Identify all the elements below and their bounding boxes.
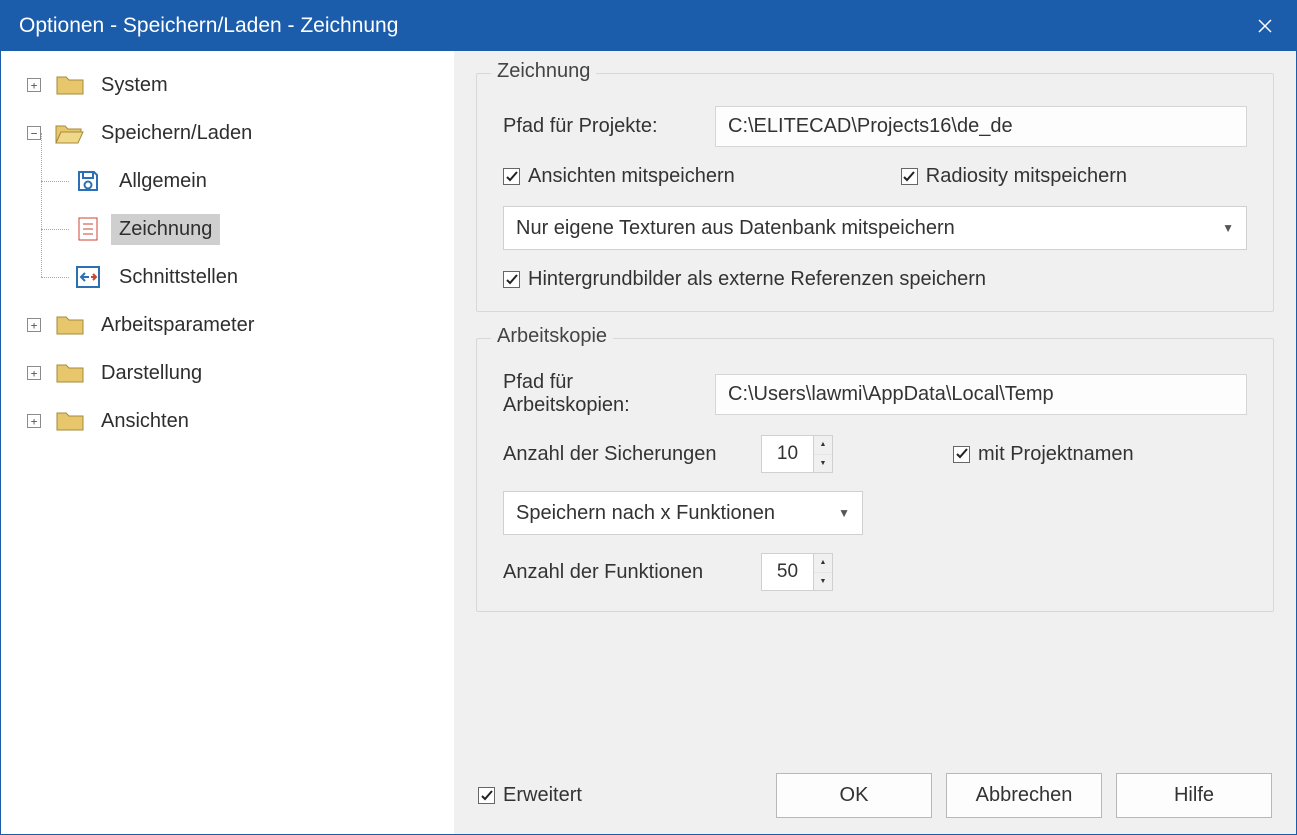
tree-item-saveload[interactable]: − Speichern/Laden [27,109,454,157]
save-mode-select[interactable]: Speichern nach x Funktionen ▼ [503,491,863,535]
dialog-footer: Erweitert OK Abbrechen Hilfe [476,767,1274,820]
content-panel: Zeichnung Pfad für Projekte: C:\ELITECAD… [454,51,1296,834]
functions-count-spinner[interactable]: 50 ▲▼ [761,553,833,591]
texture-mode-select[interactable]: Nur eigene Texturen aus Datenbank mitspe… [503,206,1247,250]
expand-icon[interactable]: + [27,366,41,380]
navigation-tree: + System − Speichern/Laden [1,51,454,834]
tree-item-general[interactable]: Allgemein [73,157,454,205]
group-workcopy: Arbeitskopie Pfad für Arbeitskopien: C:\… [476,338,1274,612]
projects-path-label: Pfad für Projekte: [503,115,679,138]
save-disk-icon [73,169,103,193]
titlebar: Optionen - Speichern/Laden - Zeichnung [1,1,1296,51]
spinner-up-icon[interactable]: ▲ [814,436,832,455]
folder-icon [55,314,85,336]
checkbox-save-views[interactable]: Ansichten mitspeichern [503,165,735,188]
group-workcopy-legend: Arbeitskopie [491,325,613,348]
checkbox-save-radiosity[interactable]: Radiosity mitspeichern [901,165,1127,188]
interfaces-icon [73,265,103,289]
workcopy-path-label: Pfad für Arbeitskopien: [503,371,679,417]
options-dialog: Optionen - Speichern/Laden - Zeichnung +… [0,0,1297,835]
cancel-button[interactable]: Abbrechen [946,773,1102,818]
folder-icon [55,362,85,384]
tree-item-system[interactable]: + System [27,61,454,109]
help-button[interactable]: Hilfe [1116,773,1272,818]
tree-item-views[interactable]: + Ansichten [27,397,454,445]
chevron-down-icon: ▼ [1222,221,1234,235]
open-folder-icon [55,122,85,144]
expand-icon[interactable]: + [27,414,41,428]
spinner-down-icon[interactable]: ▼ [814,573,832,591]
checkbox-extended[interactable]: Erweitert [478,784,582,807]
expand-icon[interactable]: + [27,78,41,92]
spinner-down-icon[interactable]: ▼ [814,455,832,473]
tree-item-workparams[interactable]: + Arbeitsparameter [27,301,454,349]
close-button[interactable] [1242,1,1288,51]
backups-count-spinner[interactable]: 10 ▲▼ [761,435,833,473]
folder-icon [55,74,85,96]
chevron-down-icon: ▼ [838,506,850,520]
collapse-icon[interactable]: − [27,126,41,140]
expand-icon[interactable]: + [27,318,41,332]
group-drawing: Zeichnung Pfad für Projekte: C:\ELITECAD… [476,73,1274,312]
checkbox-with-projectname[interactable]: mit Projektnamen [953,443,1134,466]
spinner-up-icon[interactable]: ▲ [814,554,832,573]
tree-item-interfaces[interactable]: Schnittstellen [73,253,454,301]
folder-icon [55,410,85,432]
functions-count-label: Anzahl der Funktionen [503,561,741,584]
tree-item-display[interactable]: + Darstellung [27,349,454,397]
group-drawing-legend: Zeichnung [491,60,596,83]
backups-count-label: Anzahl der Sicherungen [503,443,741,466]
document-icon [73,216,103,242]
workcopy-path-field[interactable]: C:\Users\lawmi\AppData\Local\Temp [715,374,1247,415]
ok-button[interactable]: OK [776,773,932,818]
tree-item-drawing[interactable]: Zeichnung [73,205,454,253]
checkbox-bg-references[interactable]: Hintergrundbilder als externe Referenzen… [503,268,986,291]
projects-path-field[interactable]: C:\ELITECAD\Projects16\de_de [715,106,1247,147]
window-title: Optionen - Speichern/Laden - Zeichnung [19,14,1242,38]
